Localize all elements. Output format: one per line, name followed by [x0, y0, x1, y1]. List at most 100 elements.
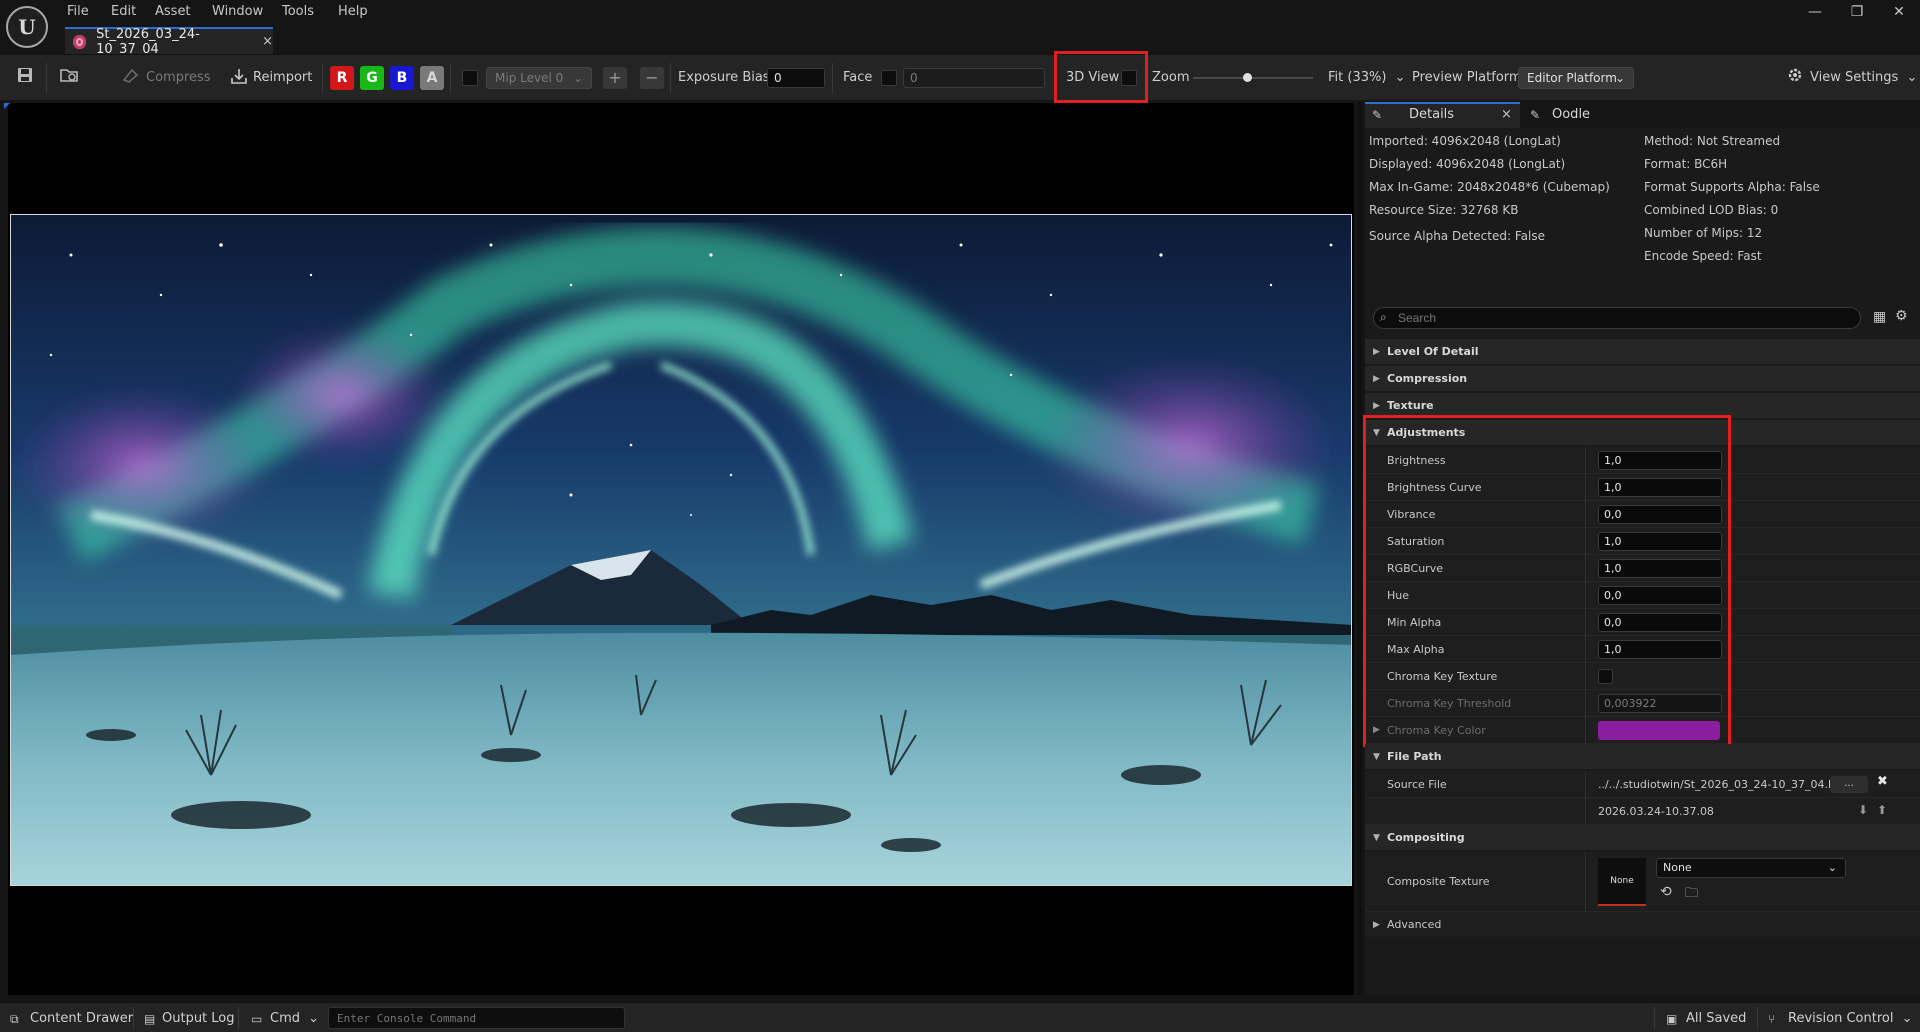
- save-status-icon: ▣: [1666, 1012, 1678, 1026]
- preview-platform-label: Preview Platform:: [1412, 70, 1526, 85]
- cmd-dropdown[interactable]: Cmd ⌄: [270, 1010, 319, 1028]
- composite-texture-value: None: [1663, 861, 1692, 874]
- exposure-bias-input[interactable]: 0: [767, 68, 825, 88]
- arrow-up-icon[interactable]: ⬆: [1877, 803, 1887, 817]
- all-saved-button[interactable]: All Saved: [1686, 1010, 1746, 1028]
- info-max-ingame: Max In-Game: 2048x2048*6 (Cubemap): [1369, 180, 1610, 194]
- fit-zoom-dropdown[interactable]: Fit (33%) ⌄: [1328, 69, 1405, 87]
- source-file-timestamp: 2026.03.24-10.37.08: [1598, 805, 1714, 818]
- property-row-timestamp: 2026.03.24-10.37.08 ⬇ ⬆: [1365, 798, 1920, 825]
- info-displayed: Displayed: 4096x2048 (LongLat): [1369, 157, 1566, 171]
- channel-b-button[interactable]: B: [390, 66, 414, 90]
- tab-oodle[interactable]: Oodle: [1552, 102, 1590, 128]
- 3d-view-checkbox[interactable]: [1121, 70, 1137, 86]
- 3d-view-label: 3D View: [1066, 70, 1120, 85]
- info-imported: Imported: 4096x2048 (LongLat): [1369, 134, 1561, 148]
- search-input[interactable]: [1398, 309, 1848, 327]
- category-level-of-detail[interactable]: ▶ Level Of Detail: [1365, 339, 1920, 365]
- mip-decrease-button[interactable]: −: [640, 67, 664, 89]
- info-source-alpha: Source Alpha Detected: False: [1369, 229, 1545, 243]
- output-log-icon: ▤: [144, 1012, 156, 1026]
- status-divider: [238, 1007, 239, 1029]
- chevron-right-icon: ▶: [1373, 374, 1380, 384]
- compress-button[interactable]: Compress: [146, 69, 211, 87]
- restore-button[interactable]: ❐: [1842, 2, 1872, 22]
- use-selected-asset-icon[interactable]: ⟲: [1660, 884, 1672, 900]
- mip-level-checkbox[interactable]: [462, 70, 478, 86]
- channel-r-button[interactable]: R: [330, 66, 354, 90]
- zoom-slider-track[interactable]: [1193, 73, 1313, 82]
- texture-asset-icon: [73, 34, 87, 49]
- revision-control-button[interactable]: Revision Control ⌄: [1788, 1010, 1913, 1028]
- status-divider: [1654, 1007, 1655, 1029]
- composite-texture-dropdown[interactable]: None ⌄: [1656, 858, 1846, 878]
- face-checkbox[interactable]: [881, 70, 897, 86]
- channel-a-button[interactable]: A: [420, 66, 444, 90]
- chevron-down-icon: ⌄: [1827, 861, 1837, 874]
- tab-details-label: Details: [1409, 107, 1455, 122]
- mip-increase-button[interactable]: +: [603, 67, 627, 89]
- arrow-down-icon[interactable]: ⬇: [1858, 803, 1868, 817]
- menu-window[interactable]: Window: [212, 2, 263, 22]
- clear-file-icon[interactable]: ✖: [1877, 774, 1888, 789]
- tab-texture-asset[interactable]: St_2026_03_24-10_37_04 ×: [65, 27, 273, 57]
- console-command-input[interactable]: [328, 1007, 625, 1029]
- zoom-slider-handle[interactable]: [1243, 73, 1252, 82]
- toolbar: Compress Reimport R G B A Mip Level 0 ⌄ …: [0, 51, 1920, 103]
- toolbar-divider: [832, 63, 833, 93]
- view-settings-button[interactable]: View Settings ⌄: [1810, 69, 1917, 87]
- minimize-button[interactable]: —: [1800, 2, 1830, 22]
- details-panel: ✎ Details × ✎ Oodle Imported: 4096x2048 …: [1363, 102, 1920, 995]
- view-settings-label: View Settings: [1810, 70, 1899, 85]
- menu-edit[interactable]: Edit: [111, 2, 136, 22]
- chevron-down-icon: ⌄: [1614, 71, 1625, 85]
- browse-asset-icon[interactable]: 🗀: [1685, 884, 1698, 906]
- fit-zoom-label: Fit (33%): [1328, 70, 1387, 85]
- reimport-icon: [228, 66, 250, 88]
- unreal-logo-icon[interactable]: U: [6, 6, 48, 48]
- chevron-down-icon: ▼: [1373, 752, 1380, 762]
- menu-asset[interactable]: Asset: [155, 2, 191, 22]
- category-advanced[interactable]: ▶ Advanced: [1365, 912, 1920, 938]
- output-log-button[interactable]: Output Log: [162, 1010, 235, 1028]
- revision-control-label: Revision Control: [1788, 1011, 1894, 1026]
- menu-file[interactable]: File: [67, 2, 89, 22]
- save-icon[interactable]: [14, 66, 36, 88]
- composite-texture-thumbnail[interactable]: None: [1598, 858, 1646, 906]
- compress-icon: [120, 66, 142, 88]
- category-file-path[interactable]: ▼ File Path: [1365, 744, 1920, 770]
- zoom-label: Zoom: [1152, 70, 1190, 85]
- toolbar-divider: [670, 63, 671, 93]
- toolbar-divider: [46, 63, 47, 93]
- menu-tools[interactable]: Tools: [282, 2, 314, 22]
- tab-details-close-icon[interactable]: ×: [1501, 102, 1512, 128]
- menu-help[interactable]: Help: [338, 2, 368, 22]
- highlight-adjustments: [1363, 415, 1731, 747]
- close-window-button[interactable]: ✕: [1884, 2, 1914, 22]
- mip-level-label: Mip Level 0: [495, 71, 564, 85]
- face-input[interactable]: 0: [903, 68, 1045, 88]
- preview-platform-dropdown[interactable]: Editor Platform ⌄: [1518, 67, 1634, 89]
- chevron-down-icon: ⌄: [1394, 70, 1406, 85]
- source-file-path: ../../.studiotwin/St_2026_03_24-10_37_04…: [1598, 778, 1847, 791]
- channel-g-button[interactable]: G: [360, 66, 384, 90]
- category-compression[interactable]: ▶ Compression: [1365, 366, 1920, 392]
- gear-icon[interactable]: ⚙: [1895, 308, 1911, 324]
- reimport-button[interactable]: Reimport: [253, 69, 312, 87]
- info-method: Method: Not Streamed: [1644, 134, 1781, 148]
- content-drawer-button[interactable]: Content Drawer: [30, 1010, 133, 1028]
- details-search: ⌕: [1373, 307, 1861, 329]
- info-num-mips: Number of Mips: 12: [1644, 226, 1763, 240]
- chevron-down-icon: ▼: [1373, 833, 1380, 843]
- browse-file-button[interactable]: ...: [1830, 776, 1868, 793]
- mip-level-dropdown[interactable]: Mip Level 0 ⌄: [486, 67, 592, 89]
- property-row-composite-texture: Composite Texture None None ⌄ ⟲ 🗀: [1365, 852, 1920, 912]
- table-view-icon[interactable]: ▦: [1873, 309, 1889, 325]
- category-compositing[interactable]: ▼ Compositing: [1365, 825, 1920, 851]
- texture-preview-image: [10, 214, 1352, 886]
- panel-splitter[interactable]: [1357, 102, 1362, 995]
- browse-asset-icon[interactable]: [58, 66, 80, 88]
- chevron-down-icon: ⌄: [572, 71, 583, 85]
- gear-icon: [1784, 66, 1806, 88]
- tab-close-icon[interactable]: ×: [262, 34, 273, 49]
